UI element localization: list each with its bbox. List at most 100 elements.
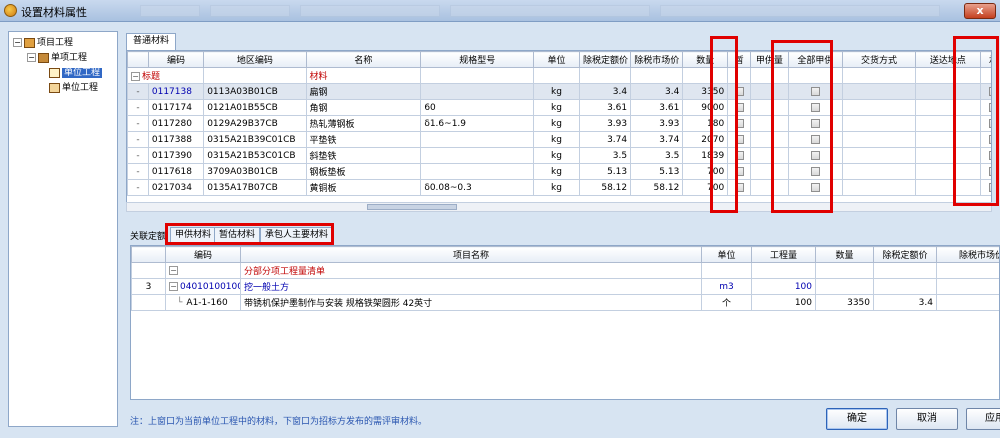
column-header[interactable]: 甲供量 — [750, 51, 789, 68]
cancel-button[interactable]: 取消 — [896, 408, 958, 430]
table-row[interactable]: └ A1-1-160 带锈机保护墨制作与安装 规格铁架圆形 42英寸个 100 3350… — [131, 294, 999, 311]
cell-name[interactable]: 带锈机保护墨制作与安装 规格铁架圆形 42英寸 — [240, 294, 702, 311]
column-header[interactable]: 除税定额价 — [873, 246, 937, 263]
cell-contractor[interactable] — [979, 147, 991, 164]
cell-name[interactable]: 分部分项工程量清单 — [240, 262, 702, 279]
tab-bottom-2[interactable]: 承包人主要材料 — [260, 227, 334, 243]
cell-delivery-place[interactable] — [915, 179, 981, 196]
tab-normal-materials[interactable]: 普通材料 — [126, 33, 177, 50]
cell-unit[interactable]: kg — [533, 163, 580, 180]
scrollbar-thumb[interactable] — [367, 204, 457, 210]
contractor-checkbox[interactable] — [988, 182, 991, 192]
column-header[interactable]: 暂 — [727, 51, 752, 68]
table-row[interactable]: -0117174 0121A01B55CB 角钢 60 kg 3.61 3.61 9000 — [127, 99, 991, 116]
provisional-checkbox[interactable] — [734, 182, 744, 192]
provisional-checkbox[interactable] — [734, 166, 744, 176]
cell-provisional[interactable] — [727, 83, 752, 100]
cell-all-owner-supply[interactable] — [787, 163, 844, 180]
apply-button[interactable]: 应用 — [966, 408, 1000, 430]
cell-unit[interactable]: kg — [533, 131, 580, 148]
column-header[interactable]: 除税定额价 — [578, 51, 632, 68]
cell-delivery-method[interactable] — [841, 115, 917, 132]
cell-delivery-place[interactable] — [915, 131, 981, 148]
tree-toggle-icon[interactable]: − — [27, 53, 36, 62]
table-row[interactable]: − 分部分项工程量清单 — [131, 262, 999, 279]
column-header[interactable]: 规格型号 — [420, 51, 535, 68]
cell-work-qty[interactable]: 100 — [751, 294, 816, 311]
contractor-checkbox[interactable] — [988, 150, 991, 160]
cell-work-qty[interactable]: 100 — [751, 278, 816, 295]
cell-base[interactable]: 3.93 — [578, 115, 632, 132]
contractor-checkbox[interactable] — [988, 86, 991, 96]
cell-unit[interactable] — [701, 262, 752, 279]
tree-item[interactable]: 单位工程 — [49, 81, 98, 95]
cell-all-owner-supply[interactable] — [787, 115, 844, 132]
column-header[interactable]: 编码 — [165, 246, 241, 263]
cell-name[interactable]: 热轧薄钢板 — [305, 115, 422, 132]
table-row[interactable]: -0217034 0135A17B07CB 黄铜板 δ0.08~0.3 kg 58.12 5… — [127, 179, 991, 196]
column-header[interactable]: 数量 — [682, 51, 729, 68]
table-row-group[interactable]: − 标题 材料 — [127, 67, 991, 84]
cell-name[interactable]: 钢板垫板 — [305, 163, 422, 180]
table-row[interactable]: -0117388 0315A21B39C01CB 平垫铁 kg 3.74 3.74 2070 — [127, 131, 991, 148]
cell-qty[interactable]: 180 — [682, 115, 729, 132]
cell-delivery-method[interactable] — [841, 163, 917, 180]
cell-code[interactable]: 0117618 — [147, 163, 205, 180]
contractor-checkbox[interactable] — [988, 166, 991, 176]
cell-contractor[interactable] — [979, 163, 991, 180]
cell-base[interactable]: 3.74 — [578, 131, 632, 148]
cell-market[interactable]: 5.13 — [630, 163, 684, 180]
cell-delivery-method[interactable] — [841, 147, 917, 164]
cell-delivery-method[interactable] — [841, 131, 917, 148]
cell-area[interactable]: 3709A03B01CB — [203, 163, 307, 180]
cell-area[interactable]: 0129A29B37CB — [203, 115, 307, 132]
cell-name[interactable]: 斜垫铁 — [305, 147, 422, 164]
contractor-checkbox[interactable] — [988, 118, 991, 128]
tree-item[interactable]: 单位工程 — [49, 66, 103, 80]
provisional-checkbox[interactable] — [734, 86, 744, 96]
cell-spec[interactable] — [420, 147, 535, 164]
collapse-icon[interactable]: − — [131, 72, 140, 81]
cell-spec[interactable] — [420, 131, 535, 148]
column-header[interactable]: 单位 — [701, 246, 752, 263]
all-owner-supply-checkbox[interactable] — [810, 134, 820, 144]
cell-all-owner-supply[interactable] — [787, 83, 844, 100]
cell-price[interactable]: 3.4 — [873, 294, 937, 311]
cell-code[interactable]: 0117388 — [147, 131, 205, 148]
cell-provisional[interactable] — [727, 147, 752, 164]
table-row[interactable]: -0117280 0129A29B37CB 热轧薄钢板 δ1.6~1.9 kg 3.93 3… — [127, 115, 991, 132]
cell-name[interactable]: 平垫铁 — [305, 131, 422, 148]
ok-button[interactable]: 确定 — [826, 408, 888, 430]
column-header[interactable]: 地区编码 — [203, 51, 307, 68]
table-row[interactable]: 3−040101001003挖一般土方m3100 — [131, 278, 999, 295]
cell-price[interactable] — [873, 278, 937, 295]
cell-area[interactable]: 0121A01B55CB — [203, 99, 307, 116]
collapse-icon[interactable]: − — [169, 265, 178, 275]
cell-code[interactable]: 0117280 — [147, 115, 205, 132]
cell-qty[interactable]: 3350 — [682, 83, 729, 100]
cell-qty[interactable] — [815, 262, 874, 279]
column-header[interactable]: 工程量 — [751, 246, 816, 263]
all-owner-supply-checkbox[interactable] — [810, 182, 820, 192]
cell-contractor[interactable] — [979, 83, 991, 100]
cell-spec[interactable]: δ0.08~0.3 — [420, 179, 535, 196]
horizontal-scrollbar[interactable] — [126, 202, 992, 212]
cell-unit[interactable]: kg — [533, 147, 580, 164]
column-header[interactable]: 单位 — [533, 51, 580, 68]
cell-owner-qty[interactable] — [750, 131, 789, 148]
cell-contractor[interactable] — [979, 115, 991, 132]
cell-unit[interactable]: m3 — [701, 278, 752, 295]
cell-unit[interactable]: kg — [533, 179, 580, 196]
column-header[interactable]: 交货方式 — [841, 51, 917, 68]
table-row[interactable]: -0117390 0315A21B53C01CB 斜垫铁 kg 3.5 3.5 1839 — [127, 147, 991, 164]
cell-code[interactable]: 0117174 — [147, 99, 205, 116]
cell-code[interactable]: − — [165, 262, 241, 279]
cell-code[interactable]: └ A1-1-160 — [165, 294, 241, 311]
column-header[interactable]: 除税市场价 — [936, 246, 999, 263]
cell-qty[interactable]: 1839 — [682, 147, 729, 164]
cell-unit[interactable]: kg — [533, 115, 580, 132]
cell-name[interactable]: 角钢 — [305, 99, 422, 116]
all-owner-supply-checkbox[interactable] — [810, 102, 820, 112]
cell-provisional[interactable] — [727, 179, 752, 196]
cell-provisional[interactable] — [727, 99, 752, 116]
